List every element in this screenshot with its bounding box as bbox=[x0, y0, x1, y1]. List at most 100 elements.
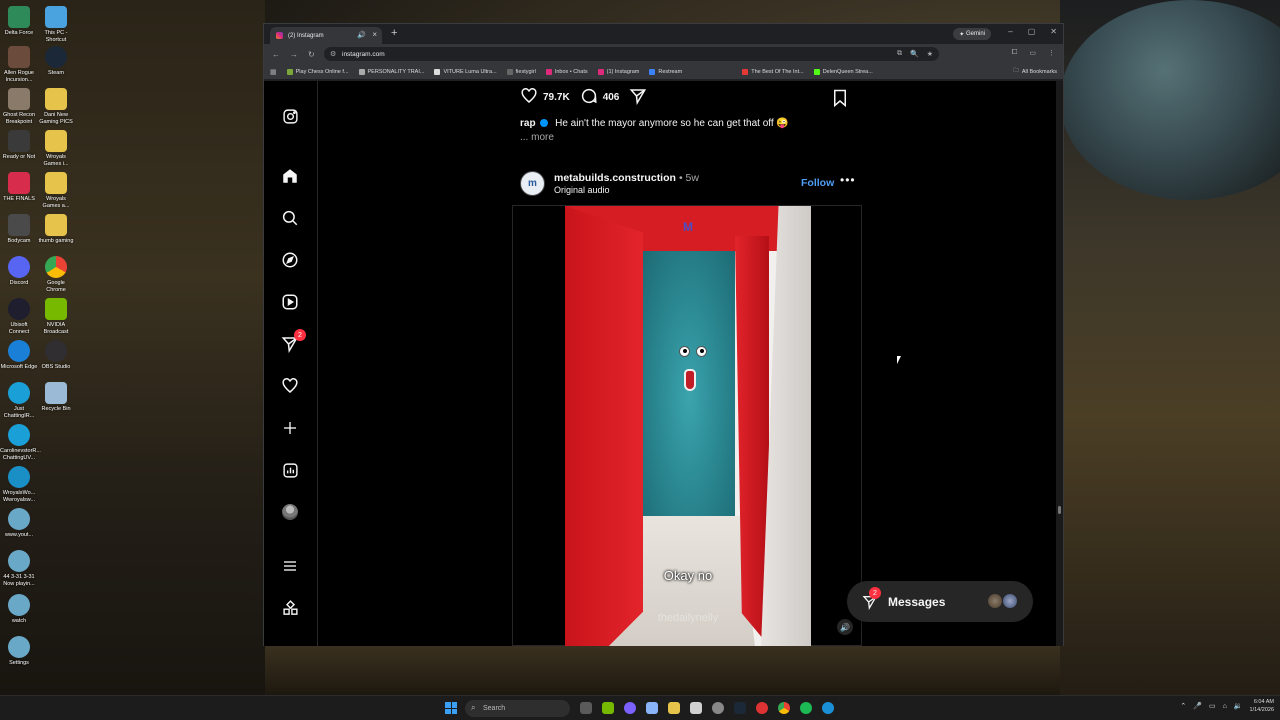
tab-search-icon[interactable]: ▭ bbox=[1029, 49, 1036, 57]
bookmark-star-icon[interactable]: ★ bbox=[927, 50, 933, 58]
file-explorer-icon[interactable] bbox=[668, 702, 680, 714]
apps-icon[interactable]: ▦ bbox=[270, 68, 277, 76]
zoom-icon[interactable]: 🔍 bbox=[910, 50, 919, 58]
desktop-icon[interactable]: Ubisoft Connect bbox=[0, 298, 38, 336]
hamburger-menu-icon[interactable] bbox=[281, 557, 299, 575]
caption-more-link[interactable]: ... more bbox=[520, 132, 554, 143]
task-view-icon[interactable] bbox=[580, 702, 592, 714]
speaker-icon[interactable]: 🔊 bbox=[357, 31, 366, 39]
store-icon[interactable] bbox=[690, 702, 702, 714]
also-from-meta-icon[interactable] bbox=[281, 599, 299, 617]
reel-video[interactable]: M Okay no thedailynelly 🔊 bbox=[512, 205, 862, 646]
explore-icon[interactable] bbox=[281, 251, 299, 269]
desktop-icon[interactable]: Steam bbox=[37, 46, 75, 77]
profile-avatar[interactable] bbox=[281, 503, 299, 521]
back-icon[interactable]: ← bbox=[272, 50, 280, 59]
desktop-icon[interactable]: thumb gaming bbox=[37, 214, 75, 245]
desktop-icon[interactable]: CarolinevstorR... ChattingUV... bbox=[0, 424, 41, 462]
home-icon[interactable] bbox=[281, 167, 299, 185]
spotify-icon[interactable] bbox=[800, 702, 812, 714]
bookmark-item[interactable]: Play Chess Online f... bbox=[286, 68, 349, 75]
bookmark-item[interactable]: DelenQueen Strea... bbox=[813, 68, 873, 75]
direct-messages-icon[interactable]: 2 bbox=[281, 329, 306, 353]
bookmark-item[interactable]: The Best Of The Int... bbox=[742, 68, 804, 75]
desktop-icon[interactable]: Delta Force bbox=[0, 6, 38, 37]
maximize-icon[interactable]: ▢ bbox=[1028, 27, 1036, 36]
comment-count[interactable]: 406 bbox=[603, 92, 620, 103]
address-bar[interactable]: ⚙ instagram.com ⧉ 🔍 ★ bbox=[324, 47, 939, 61]
widgets-icon[interactable] bbox=[646, 702, 658, 714]
post-author-avatar[interactable]: m bbox=[520, 171, 545, 196]
extensions-icon[interactable]: ⧠ bbox=[1012, 49, 1018, 57]
edge-icon[interactable] bbox=[822, 702, 834, 714]
create-plus-icon[interactable] bbox=[281, 419, 299, 437]
desktop-icon[interactable]: Discord bbox=[0, 256, 38, 287]
desktop-icon[interactable]: Ready or Not bbox=[0, 130, 38, 161]
tray-chevron-icon[interactable]: ⌃ bbox=[1180, 702, 1186, 710]
search-icon[interactable] bbox=[281, 209, 299, 227]
desktop-icon[interactable]: Wroyals Games a... bbox=[37, 172, 75, 210]
display-icon[interactable]: ▭ bbox=[1209, 702, 1216, 710]
follow-button[interactable]: Follow bbox=[801, 177, 834, 189]
reload-icon[interactable]: ↻ bbox=[308, 50, 315, 59]
windows-start-icon[interactable] bbox=[445, 702, 457, 714]
settings-gear-icon[interactable] bbox=[712, 702, 724, 714]
desktop-icon[interactable]: watch bbox=[0, 594, 38, 625]
desktop-icon[interactable]: Allen Rogue Incursion... bbox=[0, 46, 38, 84]
all-bookmarks[interactable]: 🗀 All Bookmarks bbox=[1013, 67, 1057, 76]
more-options-icon[interactable]: ••• bbox=[840, 173, 856, 187]
desktop-icon[interactable]: WroyalsWo... Wwroyalsw... bbox=[0, 466, 38, 504]
desktop-icon[interactable]: Just ChattingIR... bbox=[0, 382, 38, 420]
desktop-icon[interactable]: 44 3-31 3-31 Now playin... bbox=[0, 550, 38, 588]
bookmark-item[interactable]: PERSONALITY TRAI... bbox=[358, 68, 424, 75]
app-icon[interactable] bbox=[756, 702, 768, 714]
bookmark-item[interactable]: VITURE Luma Ultra... bbox=[434, 68, 497, 75]
desktop-icon[interactable]: Ghost Recon Breakpoint bbox=[0, 88, 38, 126]
tab-instagram[interactable]: (2) Instagram 🔊 × bbox=[270, 27, 382, 44]
post-username[interactable]: metabuilds.construction bbox=[554, 172, 676, 184]
desktop-icon[interactable]: www.yout... bbox=[0, 508, 38, 539]
gemini-button[interactable]: ✦ Gemini bbox=[953, 28, 991, 40]
dashboard-icon[interactable] bbox=[281, 461, 299, 479]
desktop-icon[interactable]: Recycle Bin bbox=[37, 382, 75, 413]
post-audio[interactable]: Original audio bbox=[554, 185, 610, 195]
bookmark-item[interactable]: (1) Instagram bbox=[597, 68, 639, 75]
desktop-icon[interactable]: Wroyals Games i... bbox=[37, 130, 75, 168]
close-window-icon[interactable]: ✕ bbox=[1050, 27, 1057, 36]
install-app-icon[interactable]: ⧉ bbox=[897, 50, 902, 58]
desktop-icon[interactable]: Google Chrome bbox=[37, 256, 75, 294]
share-icon[interactable] bbox=[629, 87, 647, 108]
copilot-icon[interactable] bbox=[624, 702, 636, 714]
desktop-icon[interactable]: NVIDIA Broadcast bbox=[37, 298, 75, 336]
desktop-icon[interactable]: THE FINALS bbox=[0, 172, 38, 203]
site-info-icon[interactable]: ⚙ bbox=[330, 50, 336, 58]
taskbar-search[interactable]: ⌕ Search bbox=[465, 700, 570, 717]
bookmark-item[interactable]: fiestygirl bbox=[506, 68, 536, 75]
comment-icon[interactable] bbox=[580, 87, 598, 108]
mic-icon[interactable]: 🎤 bbox=[1193, 702, 1202, 710]
desktop-icon[interactable]: This PC - Shortcut bbox=[37, 6, 75, 44]
audio-toggle-icon[interactable]: 🔊 bbox=[837, 619, 853, 635]
bookmark-item[interactable]: Restream bbox=[649, 68, 682, 75]
desktop-icon[interactable]: Bodycam bbox=[0, 214, 38, 245]
messages-button[interactable]: 2 Messages bbox=[847, 581, 1033, 622]
save-bookmark-icon[interactable] bbox=[832, 89, 848, 110]
like-count[interactable]: 79.7K bbox=[543, 92, 570, 103]
desktop-icon[interactable]: Microsoft Edge bbox=[0, 340, 38, 371]
menu-dots-icon[interactable]: ⋮ bbox=[1048, 49, 1055, 57]
caption-username[interactable]: rap bbox=[520, 118, 536, 129]
page-scrollbar[interactable] bbox=[1056, 81, 1063, 646]
desktop-icon[interactable]: Settings bbox=[0, 636, 38, 667]
forward-icon[interactable]: → bbox=[290, 50, 298, 59]
nvidia-icon[interactable] bbox=[602, 702, 614, 714]
notifications-heart-icon[interactable] bbox=[281, 377, 299, 395]
clock[interactable]: 6:04 AM 1/14/2026 bbox=[1250, 698, 1274, 714]
chrome-icon[interactable] bbox=[778, 702, 790, 714]
network-icon[interactable]: ⌂ bbox=[1223, 703, 1227, 710]
reels-icon[interactable] bbox=[281, 293, 299, 311]
minimize-icon[interactable]: – bbox=[1008, 27, 1012, 36]
like-heart-icon[interactable] bbox=[520, 87, 538, 108]
instagram-logo-icon[interactable] bbox=[281, 107, 299, 125]
steam-icon[interactable] bbox=[734, 702, 746, 714]
close-tab-icon[interactable]: × bbox=[372, 30, 377, 39]
